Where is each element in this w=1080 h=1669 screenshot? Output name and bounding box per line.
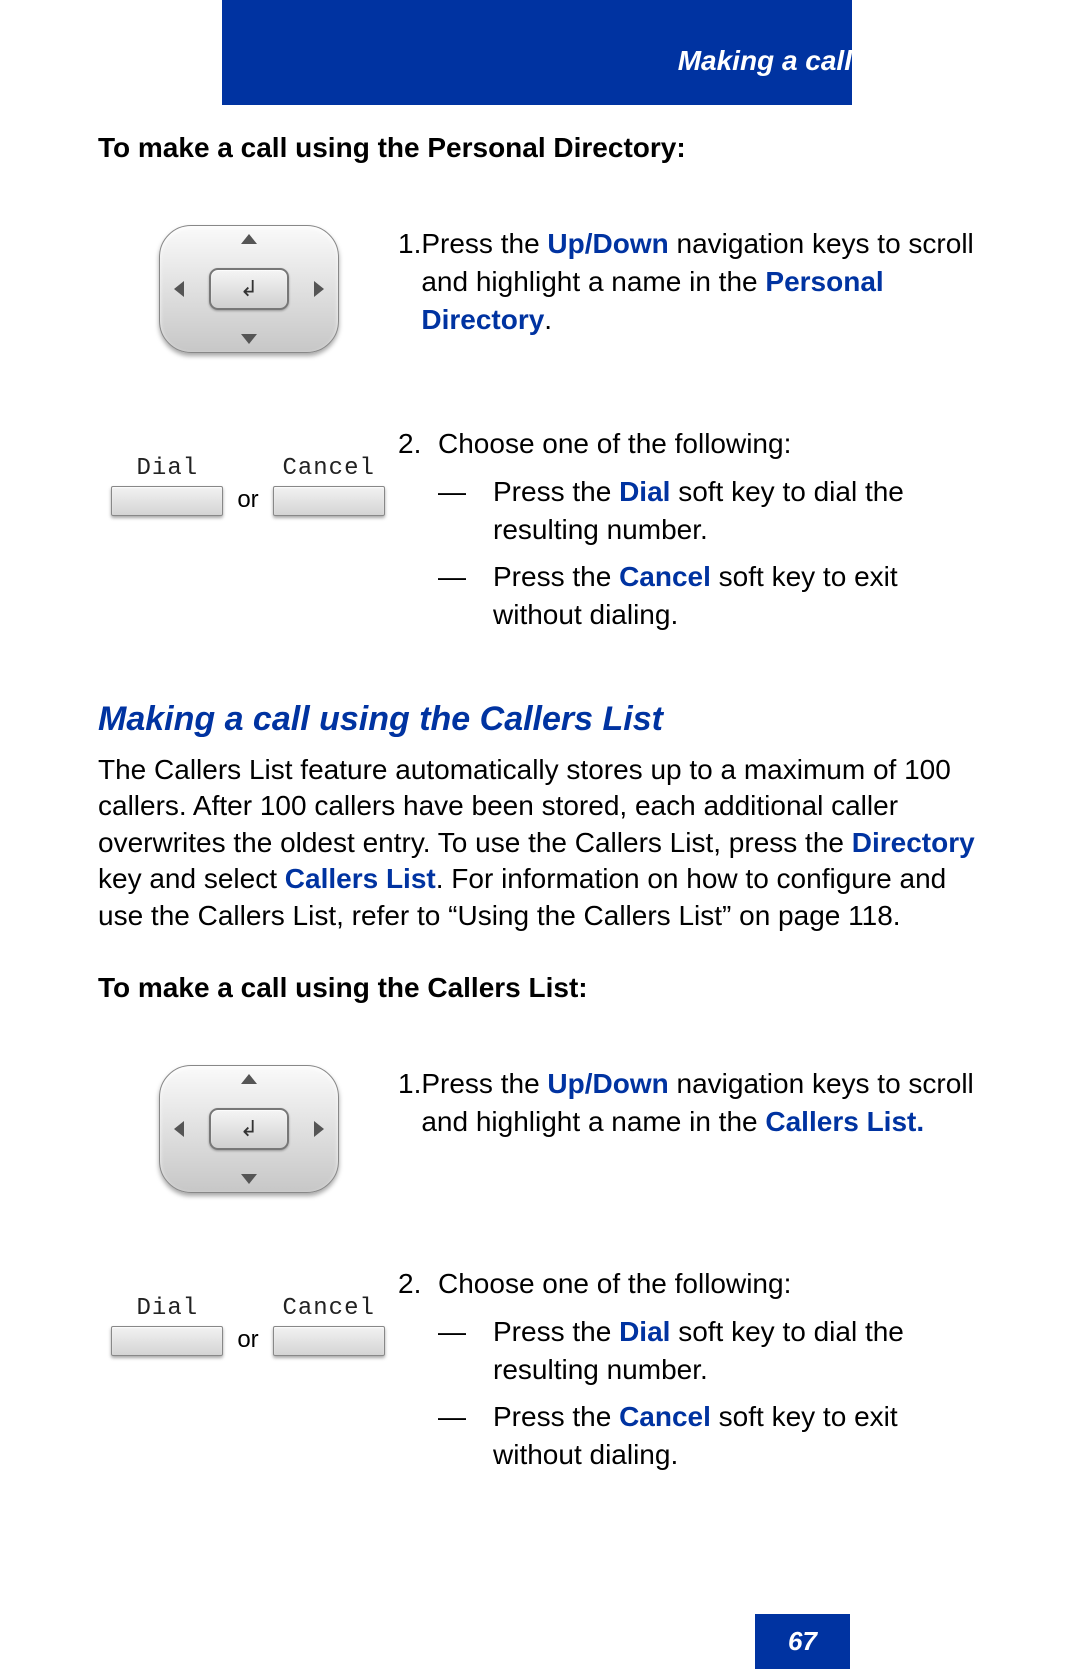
nav-right-icon	[314, 1121, 324, 1137]
nav-left-icon	[174, 281, 184, 297]
link-cancel: Cancel	[619, 561, 711, 592]
nav-up-icon	[241, 234, 257, 244]
link-directory: Directory	[852, 827, 975, 858]
nav-left-icon	[174, 1121, 184, 1137]
sub-item: — Press the Cancel soft key to exit with…	[438, 1398, 978, 1474]
intro-text-callers-list: To make a call using the Callers List:	[98, 970, 978, 1006]
nav-enter-icon: ↲	[209, 1108, 289, 1150]
step-text: 2. Choose one of the following:	[398, 1265, 978, 1303]
nav-enter-icon: ↲	[209, 268, 289, 310]
link-callers-list: Callers List	[285, 863, 436, 894]
nav-down-icon	[241, 334, 257, 344]
softkey-label-cancel: Cancel	[282, 455, 374, 482]
nav-right-icon	[314, 281, 324, 297]
paragraph-callers-list: The Callers List feature automatically s…	[98, 752, 978, 934]
navigation-pad-graphic: ↲	[98, 1065, 398, 1191]
or-text: or	[237, 1326, 258, 1356]
page-header-title: Making a call	[678, 45, 852, 77]
step-number: 2.	[398, 425, 438, 463]
nav-pad-icon: ↲	[159, 1065, 337, 1191]
softkey-button-cancel-icon	[273, 1326, 385, 1356]
section-heading-callers-list: Making a call using the Callers List	[98, 700, 978, 739]
sub-item: — Press the Dial soft key to dial the re…	[438, 1313, 978, 1389]
link-cancel: Cancel	[619, 1401, 711, 1432]
step-number: 1.	[398, 225, 421, 338]
softkey-label-dial: Dial	[137, 1295, 199, 1322]
nav-up-icon	[241, 1074, 257, 1084]
softkey-label-dial: Dial	[137, 455, 199, 482]
link-up-down: Up/Down	[547, 1068, 668, 1099]
sub-item: — Press the Cancel soft key to exit with…	[438, 558, 978, 634]
page-header: Making a call	[222, 0, 852, 105]
intro-text-personal-directory: To make a call using the Personal Direct…	[98, 130, 978, 166]
softkey-button-dial-icon	[111, 486, 223, 516]
step-number: 1.	[398, 1065, 421, 1141]
nav-down-icon	[241, 1174, 257, 1184]
step-number: 2.	[398, 1265, 438, 1303]
navigation-pad-graphic: ↲	[98, 225, 398, 351]
link-dial: Dial	[619, 1316, 670, 1347]
link-callers-list: Callers List.	[765, 1106, 924, 1137]
step-text: 2. Choose one of the following:	[398, 425, 978, 463]
softkeys-graphic: Dial or Cancel	[98, 1265, 398, 1356]
link-up-down: Up/Down	[547, 228, 668, 259]
step-text: 1. Press the Up/Down navigation keys to …	[398, 1065, 978, 1141]
step-text: 1. Press the Up/Down navigation keys to …	[398, 225, 978, 338]
softkey-button-dial-icon	[111, 1326, 223, 1356]
link-dial: Dial	[619, 476, 670, 507]
softkeys-graphic: Dial or Cancel	[98, 425, 398, 516]
softkey-button-cancel-icon	[273, 486, 385, 516]
page-number: 67	[755, 1614, 850, 1669]
nav-pad-icon: ↲	[159, 225, 337, 351]
sub-item: — Press the Dial soft key to dial the re…	[438, 473, 978, 549]
or-text: or	[237, 486, 258, 516]
softkey-label-cancel: Cancel	[282, 1295, 374, 1322]
